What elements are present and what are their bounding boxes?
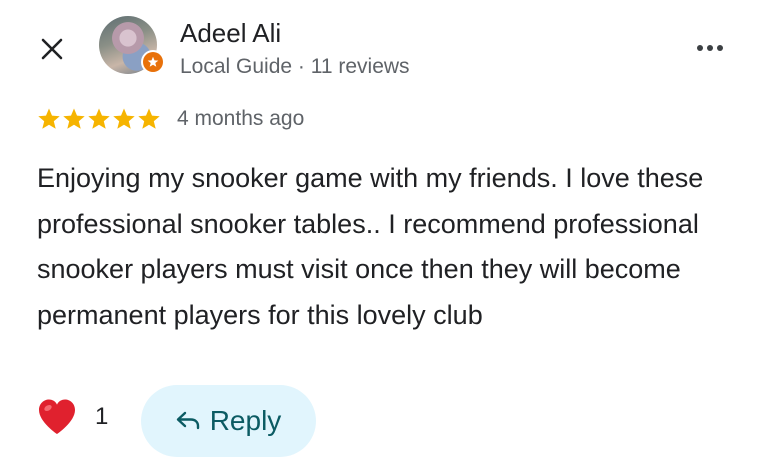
reviewer-subtitle: Local Guide · 11 reviews bbox=[180, 55, 410, 78]
local-guide-badge-icon bbox=[141, 50, 165, 74]
close-icon bbox=[41, 38, 63, 60]
reply-label: Reply bbox=[209, 405, 282, 436]
reviewer-name[interactable]: Adeel Ali bbox=[180, 18, 281, 49]
close-button[interactable] bbox=[37, 34, 67, 64]
star-icon bbox=[138, 108, 160, 129]
more-options-button[interactable] bbox=[690, 30, 730, 66]
like-count: 1 bbox=[95, 403, 109, 430]
rating-row: 4 months ago bbox=[37, 107, 304, 131]
more-horiz-icon bbox=[697, 45, 703, 51]
star-rating bbox=[37, 107, 161, 131]
heart-icon bbox=[39, 399, 75, 434]
star-icon bbox=[63, 108, 85, 129]
star-icon bbox=[88, 108, 110, 129]
reply-button[interactable]: Reply bbox=[141, 385, 316, 457]
review-time: 4 months ago bbox=[177, 107, 305, 130]
like-button[interactable]: 1 bbox=[37, 398, 108, 436]
star-icon bbox=[113, 108, 135, 129]
review-text: Enjoying my snooker game with my friends… bbox=[37, 163, 704, 330]
star-icon bbox=[38, 108, 60, 129]
reply-arrow-icon bbox=[176, 411, 199, 430]
